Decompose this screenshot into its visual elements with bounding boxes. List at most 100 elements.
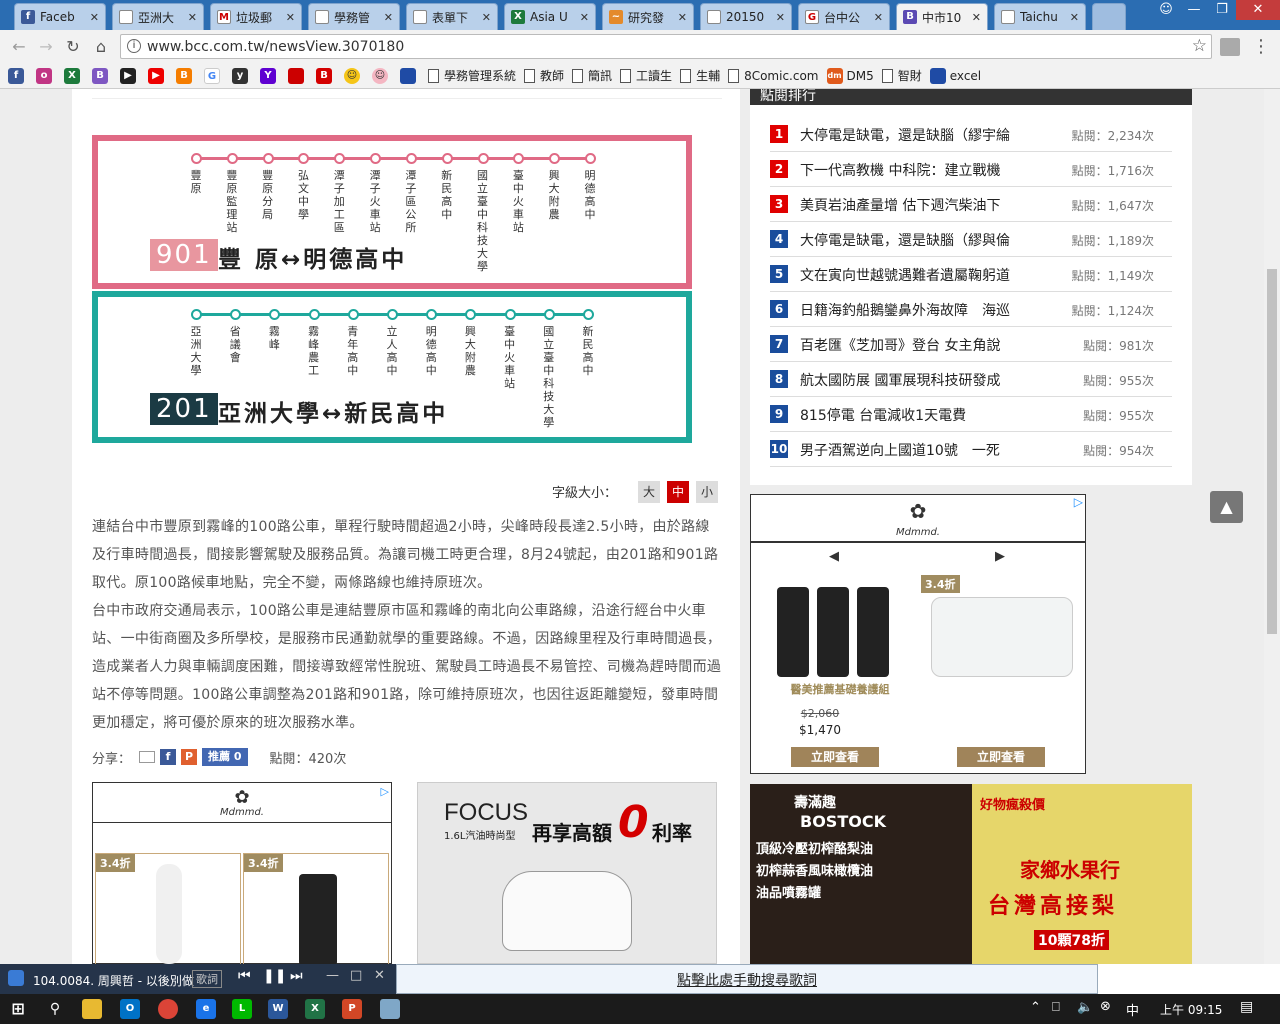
ad-product-1[interactable]: 3.4折 <box>95 853 241 964</box>
browser-tab[interactable]: 學務管 ✕ <box>308 3 400 30</box>
bookmark-3[interactable]: 工讀生 <box>620 67 672 84</box>
next-track-icon[interactable]: ⏭ <box>290 968 303 984</box>
tab-close-icon[interactable]: ✕ <box>678 11 687 24</box>
bookmark-8[interactable]: excel <box>929 67 981 84</box>
bookmark-1[interactable]: 教師 <box>524 67 564 84</box>
bookmark-b-icon[interactable]: B <box>92 67 112 84</box>
ie-icon[interactable]: e <box>196 999 216 1019</box>
browser-tab[interactable]: 亞洲大 ✕ <box>112 3 204 30</box>
popular-item-title[interactable]: 大停電是缺電，還是缺腦（繆與倫 <box>800 230 1040 250</box>
browser-tab[interactable]: X Asia U ✕ <box>504 3 596 30</box>
menu-icon[interactable]: ⋮ <box>1250 36 1272 58</box>
line-icon[interactable]: L <box>232 999 252 1019</box>
browser-tab[interactable]: M 垃圾郵 ✕ <box>210 3 302 30</box>
restore-icon[interactable]: ❐ <box>1208 0 1236 20</box>
browser-tab[interactable]: ~ 研究發 ✕ <box>602 3 694 30</box>
player-minimize-icon[interactable]: — <box>326 968 339 983</box>
browser-tab[interactable]: f Faceb ✕ <box>14 3 106 30</box>
address-bar[interactable]: i www.bcc.com.tw/newsView.3070180 ☆ <box>120 34 1212 59</box>
bookmark-b2-icon[interactable]: B <box>316 67 336 84</box>
popular-item[interactable]: 2 下一代高教機 中科院：建立戰機 點閱：1,716次 <box>770 152 1172 187</box>
browser-tab[interactable]: G 台中公 ✕ <box>798 3 890 30</box>
popular-item[interactable]: 1 大停電是缺電，還是缺腦（繆宇綸 點閱：2,234次 <box>770 117 1172 152</box>
tray-app-icon[interactable]: ⊗ <box>1100 999 1111 1014</box>
adchoices-icon[interactable]: ▷ <box>381 785 389 798</box>
popular-item[interactable]: 9 815停電 台電減收1天電費 點閱：955次 <box>770 397 1172 432</box>
powerpoint-icon[interactable]: P <box>342 999 362 1019</box>
popular-item[interactable]: 5 文在寅向世越號遇難者遺屬鞠躬道 點閱：1,149次 <box>770 257 1172 292</box>
popular-item-title[interactable]: 百老匯《芝加哥》登台 女主角說 <box>800 335 1040 355</box>
tab-close-icon[interactable]: ✕ <box>482 11 491 24</box>
notepad-icon[interactable] <box>380 999 400 1019</box>
reload-icon[interactable]: ↻ <box>62 36 84 58</box>
pause-icon[interactable]: ❚❚ <box>263 968 286 984</box>
lyric-search[interactable]: 點擊此處手動搜尋歌詞 <box>396 964 1098 994</box>
tray-chevron-icon[interactable]: ⌃ <box>1030 1000 1041 1015</box>
back-icon[interactable]: ← <box>8 36 30 58</box>
tab-close-icon[interactable]: ✕ <box>874 11 883 24</box>
font-size-small[interactable]: 小 <box>696 481 718 503</box>
popular-item[interactable]: 3 美頁岩油產量增 估下週汽柴油下 點閱：1,647次 <box>770 187 1172 222</box>
back-to-top-button[interactable]: ▲ <box>1210 491 1243 523</box>
popular-item[interactable]: 8 航太國防展 國軍展現科技研發成 點閱：955次 <box>770 362 1172 397</box>
lyric-search-link[interactable]: 點擊此處手動搜尋歌詞 <box>397 970 1097 990</box>
player-restore-icon[interactable]: □ <box>350 968 362 983</box>
popular-item-title[interactable]: 男子酒駕逆向上國道10號 一死 <box>800 440 1040 460</box>
bookmark-google-icon[interactable]: G <box>204 67 224 84</box>
bookmark-instagram-icon[interactable]: o <box>36 67 56 84</box>
bookmark-excel-icon[interactable]: X <box>64 67 84 84</box>
bookmark-2[interactable]: 簡訊 <box>572 67 612 84</box>
bookmark-5[interactable]: 8Comic.com <box>728 68 819 83</box>
lyric-toggle[interactable]: 歌詞 <box>192 970 222 988</box>
carousel-prev-icon[interactable]: ◀ <box>829 549 839 564</box>
scrollbar-thumb[interactable] <box>1267 269 1277 634</box>
bookmark-youtube-icon[interactable]: ▶ <box>148 67 168 84</box>
view-now-button[interactable]: 立即查看 <box>791 747 879 767</box>
extension-icon[interactable] <box>1220 38 1240 56</box>
popular-item[interactable]: 7 百老匯《芝加哥》登台 女主角說 點閱：981次 <box>770 327 1172 362</box>
popular-item[interactable]: 10 男子酒駕逆向上國道10號 一死 點閱：954次 <box>770 432 1172 467</box>
tab-close-icon[interactable]: ✕ <box>972 11 981 24</box>
popular-item[interactable]: 6 日籍海釣船鵝鑾鼻外海故障 海巡 點閱：1,124次 <box>770 292 1172 327</box>
word-icon[interactable]: W <box>268 999 288 1019</box>
bookmark-facebook-icon[interactable]: f <box>8 67 28 84</box>
outlook-icon[interactable]: O <box>120 999 140 1019</box>
facebook-share-icon[interactable]: f <box>160 749 177 765</box>
tab-close-icon[interactable]: ✕ <box>384 11 393 24</box>
popular-item-title[interactable]: 文在寅向世越號遇難者遺屬鞠躬道 <box>800 265 1040 285</box>
profile-icon[interactable]: ☺ <box>1152 0 1180 20</box>
bookmark-6[interactable]: dm DM5 <box>826 67 874 84</box>
browser-tab[interactable]: B 中市10 ✕ <box>896 3 988 30</box>
tab-close-icon[interactable]: ✕ <box>286 11 295 24</box>
scrollbar[interactable] <box>1264 89 1280 964</box>
file-explorer-icon[interactable] <box>82 999 102 1019</box>
browser-tab[interactable]: 表單下 ✕ <box>406 3 498 30</box>
search-icon[interactable]: ⚲ <box>45 999 65 1019</box>
email-icon[interactable] <box>139 751 156 763</box>
like-button[interactable]: 推薦 0 <box>202 748 248 766</box>
prev-track-icon[interactable]: ⏮ <box>238 968 251 984</box>
bookmark-smile-icon[interactable]: ☺ <box>344 67 364 84</box>
minimize-icon[interactable]: — <box>1180 0 1208 20</box>
network-icon[interactable]: ⎕ <box>1052 1000 1060 1015</box>
browser-tab[interactable]: 20150 ✕ <box>700 3 792 30</box>
bookmark-yahoo-icon[interactable]: Y <box>260 67 280 84</box>
clock[interactable]: 上午 09:15 <box>1160 1001 1222 1018</box>
browser-tab[interactable]: Taichu ✕ <box>994 3 1086 30</box>
popular-item-title[interactable]: 大停電是缺電，還是缺腦（繆宇綸 <box>800 125 1040 145</box>
popular-item-title[interactable]: 日籍海釣船鵝鑾鼻外海故障 海巡 <box>800 300 1040 320</box>
popular-item[interactable]: 4 大停電是缺電，還是缺腦（繆與倫 點閱：1,189次 <box>770 222 1172 257</box>
excel-icon[interactable]: X <box>305 999 325 1019</box>
notification-icon[interactable]: ▤ <box>1240 999 1253 1015</box>
ime-icon[interactable]: 中 <box>1126 1000 1139 1019</box>
bookmark-pig-icon[interactable]: ☺ <box>372 67 392 84</box>
plurk-share-icon[interactable]: P <box>181 749 198 765</box>
bookmark-blue-icon[interactable] <box>400 67 420 84</box>
ad-mdmmd-right[interactable]: ✿ Mdmmd. ▷ ◀ ▶ 醫美推薦基礎養護組 $2,060 $1,470 3… <box>750 494 1086 774</box>
bookmark-7[interactable]: 智財 <box>881 67 922 84</box>
ad-product-1[interactable]: 醫美推薦基礎養護組 $2,060 $1,470 <box>765 587 915 737</box>
ad-product-2[interactable]: 3.4折 <box>921 575 1081 695</box>
windows-start-icon[interactable]: ⊞ <box>8 999 28 1019</box>
carousel-next-icon[interactable]: ▶ <box>995 549 1005 564</box>
ad-bostock[interactable]: 壽滿趣 BOSTOCK 頂級冷壓初榨酪梨油 初榨蒜香風味橄欖油 油品噴霧罐 好物… <box>750 784 1192 964</box>
